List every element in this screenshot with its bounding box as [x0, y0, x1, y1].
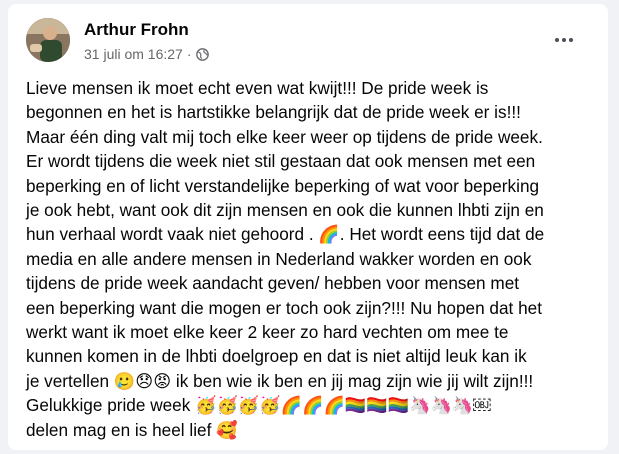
post-text-line: tijdens de pride week aandacht geven/ he… — [26, 273, 520, 294]
more-options-dot — [569, 38, 573, 42]
post-text: Lieve mensen ik moet echt even wat kwijt… — [26, 76, 606, 442]
meta-separator: · — [186, 46, 192, 62]
avatar[interactable] — [26, 18, 70, 62]
post-text-line: je vertellen 🥲😞😡 ik ben wie ik ben en ji… — [26, 370, 534, 391]
avatar-photo-icon — [26, 18, 70, 62]
post-text-line: beperking en of licht verstandelijke bep… — [26, 175, 540, 196]
post-text-line: Maar één ding valt mij toch elke keer we… — [26, 126, 543, 147]
post-text-line: Er wordt tijdens die week niet stil gest… — [26, 151, 536, 172]
post-text-line: Gelukkige pride week 🥳🥳🥳🥳🌈🌈🌈🏳️‍🌈🏳️‍🌈🏳️‍🌈… — [26, 395, 491, 416]
post-text-line: hun verhaal wordt vaak niet gehoord . 🌈.… — [26, 224, 545, 245]
post-text-line: je ook hebt, want ook dit zijn mensen en… — [26, 200, 544, 221]
more-options-icon — [555, 38, 559, 42]
post-timestamp[interactable]: 31 juli om 16:27 — [84, 46, 183, 62]
post-text-line: werkt want ik moet elke keer 2 keer zo h… — [26, 322, 509, 343]
globe-icon[interactable] — [195, 47, 209, 61]
author-name[interactable]: Arthur Frohn — [84, 20, 189, 40]
post-card: Arthur Frohn 31 juli om 16:27 · Lieve me… — [8, 4, 608, 450]
post-text-line: delen mag en is heel lief 🥰 — [26, 419, 238, 440]
more-options-dot — [562, 38, 566, 42]
post-text-line: kunnen komen in de lhbti doelgroep en da… — [26, 346, 527, 367]
post-text-line: Lieve mensen ik moet echt even wat kwijt… — [26, 78, 489, 98]
post-meta: 31 juli om 16:27 · — [84, 46, 209, 62]
post-header: Arthur Frohn 31 juli om 16:27 · — [26, 18, 590, 70]
post-text-line: media en alle andere mensen in Nederland… — [26, 248, 532, 269]
post-text-line: begonnen en het is hartstikke belangrijk… — [26, 102, 521, 123]
more-options-button[interactable] — [548, 26, 580, 54]
post-text-line: een beperking want die mogen er toch ook… — [26, 297, 542, 318]
